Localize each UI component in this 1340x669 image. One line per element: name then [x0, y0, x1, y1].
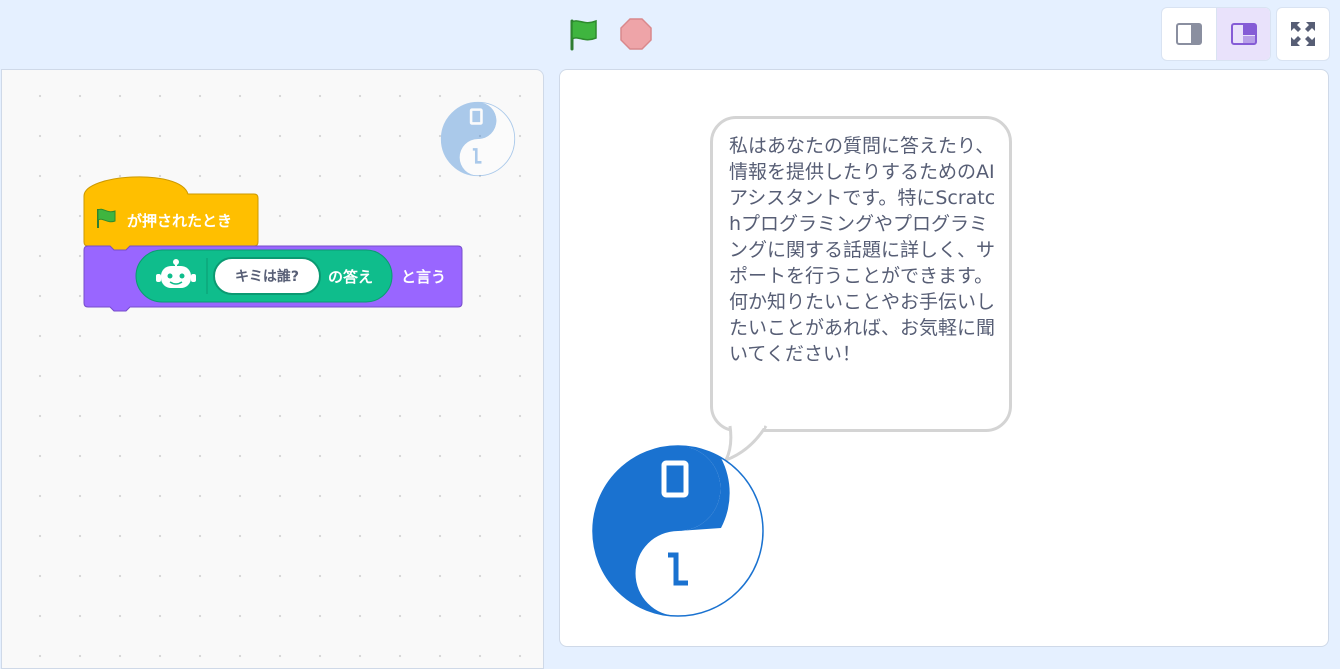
stage-layout-toggle — [1161, 7, 1271, 61]
green-flag-button[interactable] — [566, 16, 602, 52]
stage-header — [0, 0, 1340, 68]
small-stage-layout-icon — [1176, 23, 1202, 45]
sprite-thumbnail — [440, 101, 516, 177]
stop-button[interactable] — [618, 16, 654, 52]
ai-answer-reporter[interactable]: キミは誰? の答え — [135, 249, 393, 303]
fullscreen-button[interactable] — [1276, 7, 1330, 61]
yin-yang-sprite-icon — [592, 445, 764, 617]
fullscreen-icon — [1291, 22, 1315, 46]
hat-block-label: が押されたとき — [127, 212, 232, 230]
speech-bubble: 私はあなたの質問に答えたり、情報を提供したりするためのAIアシスタントです。特に… — [710, 116, 1012, 432]
speech-bubble-text: 私はあなたの質問に答えたり、情報を提供したりするためのAIアシスタントです。特に… — [729, 135, 996, 365]
stop-sign-icon — [620, 18, 652, 50]
normal-stage-layout-icon — [1231, 23, 1257, 45]
when-flag-clicked-block[interactable]: が押されたとき — [83, 176, 259, 251]
say-block-label: と言う — [401, 268, 446, 286]
reporter-input-value[interactable]: キミは誰? — [235, 268, 299, 285]
script-blocks[interactable]: が押されたとき キミは誰? の答え と言う — [82, 176, 467, 326]
green-flag-icon — [570, 19, 597, 51]
normal-stage-button[interactable] — [1216, 8, 1270, 60]
stage-sprite[interactable] — [590, 443, 766, 619]
reporter-label: の答え — [328, 268, 373, 286]
stage-canvas[interactable]: 私はあなたの質問に答えたり、情報を提供したりするためのAIアシスタントです。特に… — [559, 69, 1329, 647]
small-stage-button[interactable] — [1162, 8, 1216, 60]
code-workspace[interactable]: が押されたとき キミは誰? の答え と言う — [1, 69, 544, 669]
say-block[interactable]: キミは誰? の答え と言う — [83, 245, 463, 312]
yin-yang-sprite-icon — [440, 101, 516, 177]
